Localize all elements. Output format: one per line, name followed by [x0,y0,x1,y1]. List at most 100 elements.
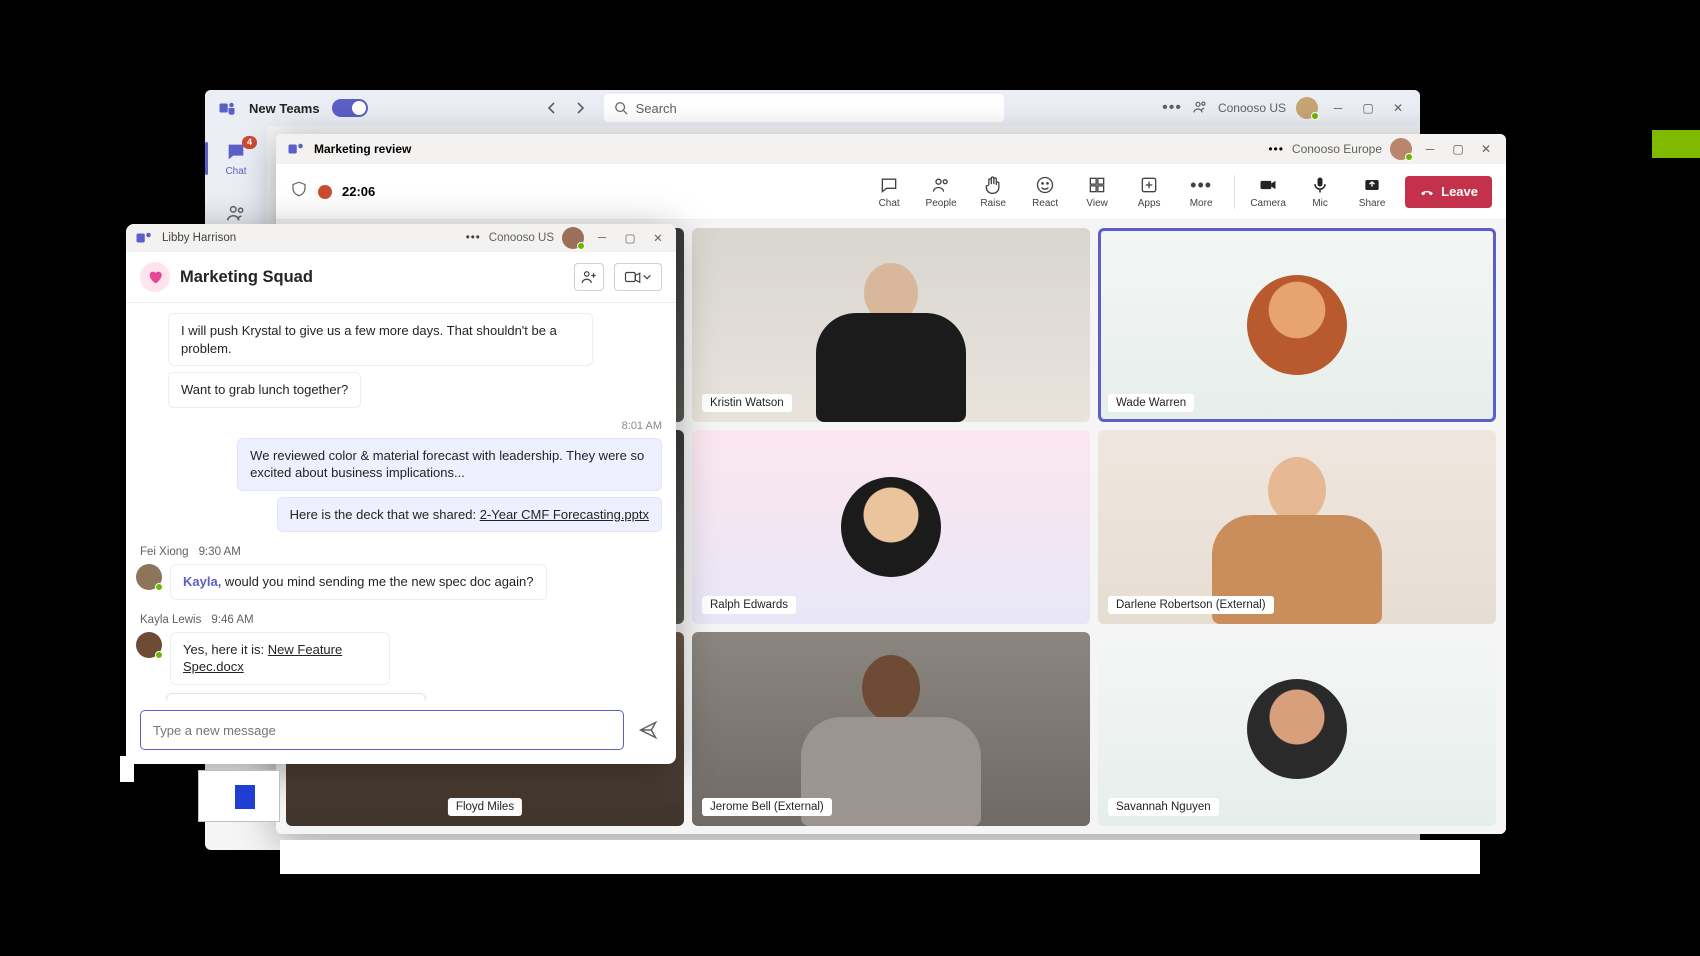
meeting-maximize-button[interactable]: ▢ [1448,139,1468,159]
message-timestamp: 9:30 AM [199,546,241,558]
sender-avatar [136,632,162,658]
participant-name: Wade Warren [1108,394,1194,412]
react-icon [1034,174,1056,196]
chat-maximize-button[interactable]: ▢ [620,228,640,248]
sender-avatar [136,564,162,590]
new-teams-label: New Teams [249,101,320,116]
decorative-thumbnail [198,770,280,822]
chat-badge: 4 [242,136,257,149]
org-icon [1192,99,1208,118]
more-icon: ••• [1190,174,1212,196]
teams-icon [224,201,248,225]
chat-popup-window: Libby Harrison ••• Conooso US ─ ▢ ✕ Mark… [126,224,676,764]
meeting-user-avatar[interactable] [1390,138,1412,160]
chat-titlebar: Libby Harrison ••• Conooso US ─ ▢ ✕ [126,224,676,252]
teams-logo-icon [286,139,306,159]
more-icon[interactable]: ••• [1268,142,1284,156]
message-bubble: Want to grab lunch together? [168,372,361,408]
toolbar-raise-button[interactable]: Raise [974,174,1012,209]
participant-name: Floyd Miles [448,798,522,816]
add-people-button[interactable] [574,263,604,291]
participant-name: Savannah Nguyen [1108,798,1219,816]
participant-name: Ralph Edwards [702,596,796,614]
toolbar-view-button[interactable]: View [1078,174,1116,209]
recording-indicator-icon [318,185,332,199]
chat-window-title: Libby Harrison [162,232,236,244]
org-name: Conooso US [1218,101,1286,115]
toolbar-apps-button[interactable]: Apps [1130,174,1168,209]
more-icon[interactable]: ••• [1162,99,1182,117]
chat-icon [878,174,900,196]
window-minimize-button[interactable]: ─ [1328,98,1348,118]
toolbar-divider [1234,175,1235,209]
participant-avatar [841,477,941,577]
meeting-org: Conooso Europe [1292,142,1382,156]
message-bubble: I will push Krystal to give us a few mor… [168,313,593,366]
chat-messages[interactable]: I will push Krystal to give us a few mor… [126,303,676,700]
rail-chat-label: Chat [225,166,246,177]
leave-button[interactable]: Leave [1405,176,1492,208]
participant-name: Kristin Watson [702,394,792,412]
chevron-down-icon [642,272,652,282]
teams-logo-icon [134,228,154,248]
view-icon [1086,174,1108,196]
search-placeholder: Search [636,101,677,116]
decorative-green-strip [1652,130,1700,158]
nav-forward-button[interactable] [568,96,592,120]
meeting-titlebar: Marketing review ••• Conooso Europe ─ ▢ … [276,134,1506,164]
people-icon [930,174,952,196]
toolbar-camera-button[interactable]: Camera [1249,174,1287,209]
meeting-toolbar: 22:06 Chat People Raise React View Apps … [276,164,1506,220]
compose-area [126,700,676,764]
meeting-close-button[interactable]: ✕ [1476,139,1496,159]
chat-minimize-button[interactable]: ─ [592,228,612,248]
toolbar-react-button[interactable]: React [1026,174,1064,209]
teams-logo-icon [217,98,237,118]
more-icon[interactable]: ••• [466,232,481,244]
video-tile[interactable]: Jerome Bell (External) [692,632,1090,826]
toolbar-more-button[interactable]: •••More [1182,174,1220,209]
message-timestamp: 9:46 AM [211,614,253,626]
window-maximize-button[interactable]: ▢ [1358,98,1378,118]
toolbar-people-button[interactable]: People [922,174,960,209]
rail-chat[interactable]: 4 Chat [205,136,267,181]
video-tile[interactable]: Darlene Robertson (External) [1098,430,1496,624]
file-attachment-card[interactable]: W New Feature Spec Personal > MarieBeaud… [166,693,426,700]
send-button[interactable] [634,716,662,744]
mention[interactable]: Kayla, [183,574,221,589]
video-tile[interactable]: Kristin Watson [692,228,1090,422]
toolbar-share-button[interactable]: Share [1353,174,1391,209]
sender-name: Fei Xiong [140,546,189,558]
message-input[interactable] [140,710,624,750]
video-tile[interactable]: Savannah Nguyen [1098,632,1496,826]
meeting-minimize-button[interactable]: ─ [1420,139,1440,159]
sender-name: Kayla Lewis [140,614,201,626]
nav-back-button[interactable] [540,96,564,120]
search-icon [614,101,628,115]
attachment-link[interactable]: 2-Year CMF Forecasting.pptx [480,507,649,522]
chat-user-avatar[interactable] [562,227,584,249]
camera-icon [1257,174,1279,196]
video-tile[interactable]: Ralph Edwards [692,430,1090,624]
new-teams-toggle[interactable] [332,99,368,117]
chat-close-button[interactable]: ✕ [648,228,668,248]
message-bubble: Kayla, would you mind sending me the new… [170,564,547,600]
meeting-title: Marketing review [314,142,411,156]
search-input[interactable]: Search [604,94,1004,122]
participant-avatar [1247,275,1347,375]
shield-icon [290,180,308,203]
meeting-timer: 22:06 [342,184,375,199]
toolbar-mic-button[interactable]: Mic [1301,174,1339,209]
participant-avatar [1247,679,1347,779]
apps-icon [1138,174,1160,196]
heart-icon [140,262,170,292]
message-bubble: Yes, here it is: New Feature Spec.docx [170,632,390,685]
participant-name: Jerome Bell (External) [702,798,832,816]
chat-header: Marketing Squad [126,252,676,303]
video-tile[interactable]: Wade Warren [1098,228,1496,422]
video-call-button[interactable] [614,263,662,291]
window-close-button[interactable]: ✕ [1388,98,1408,118]
main-header: New Teams Search ••• Conooso US ─ ▢ ✕ [205,90,1420,126]
user-avatar[interactable] [1296,97,1318,119]
toolbar-chat-button[interactable]: Chat [870,174,908,209]
